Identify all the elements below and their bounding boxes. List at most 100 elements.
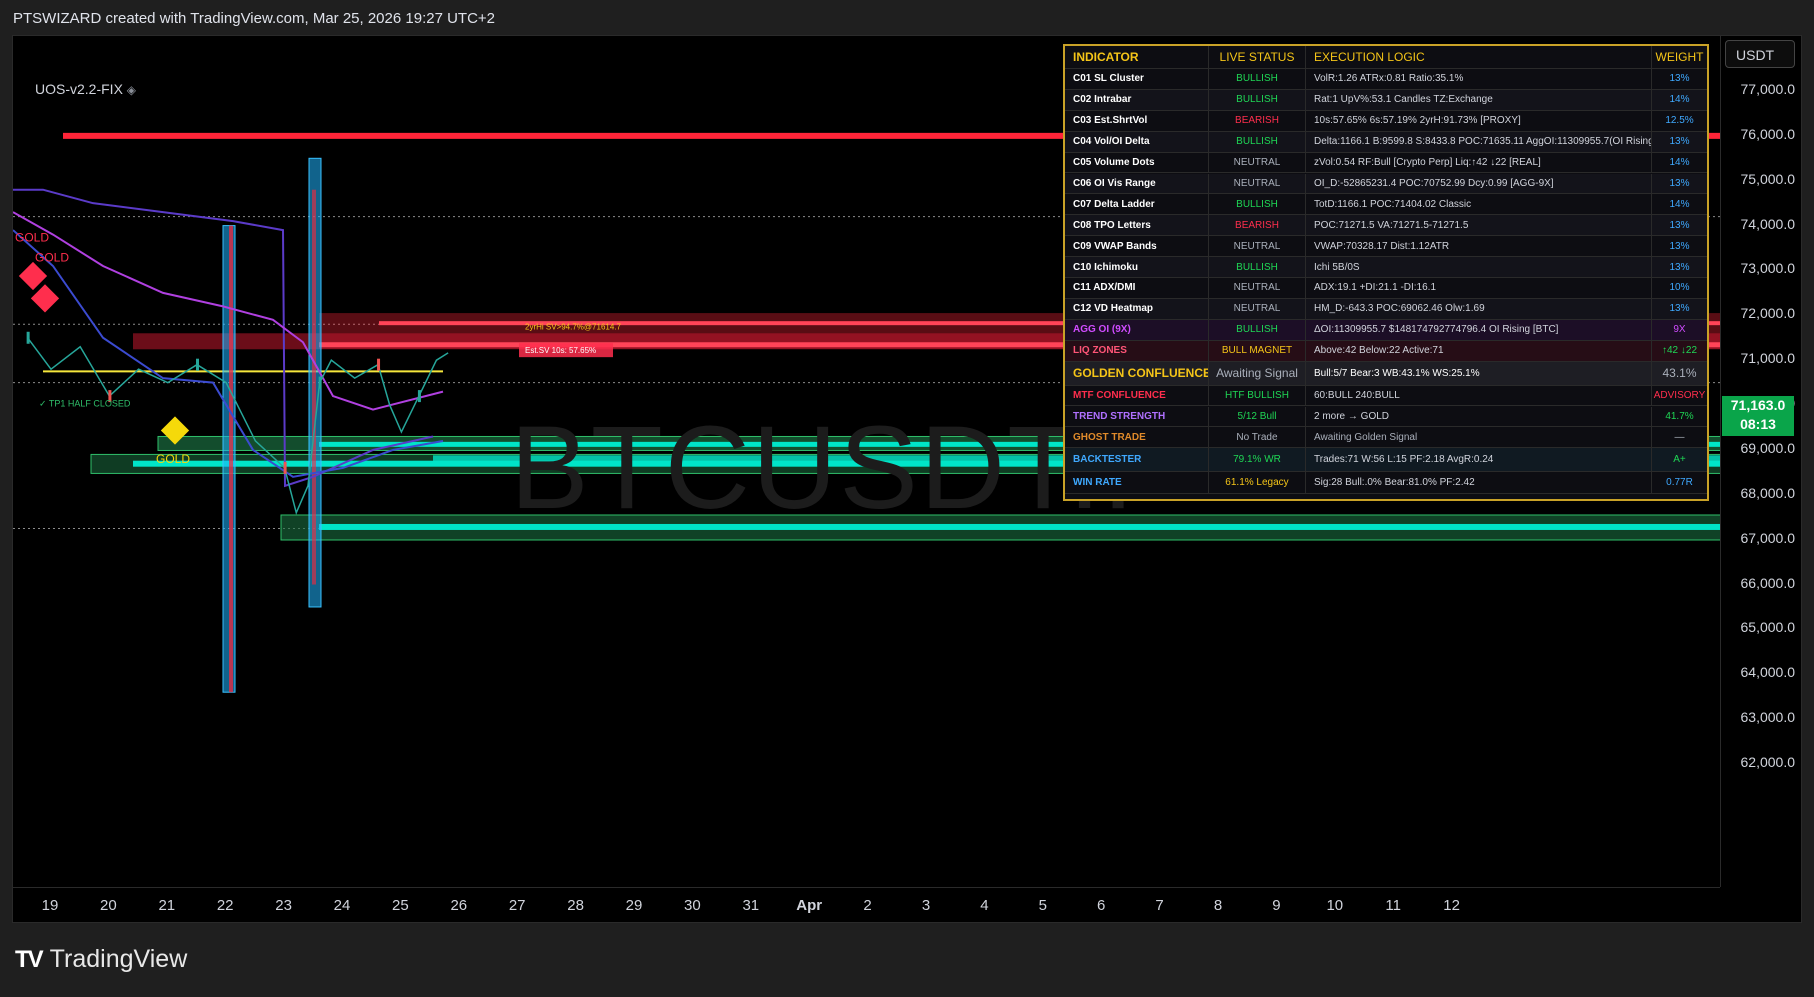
agg-oi-row-weight: 9X	[1673, 324, 1686, 336]
price-tick-label: 74,000.0	[1740, 215, 1796, 232]
table-row-logic: OI_D:-52865231.4 POC:70752.99 Dcy:0.99 […	[1306, 173, 1652, 194]
agg-oi-row-logic: ΔOI:11309955.7 $148174792774796.4 OI Ris…	[1306, 319, 1652, 340]
table-row-status: BEARISH	[1209, 110, 1306, 131]
table-row-status: BULLISH	[1209, 69, 1306, 89]
indicator-settings-icon[interactable]: ◈	[127, 83, 136, 97]
currency-selector[interactable]: USDT	[1725, 40, 1795, 68]
table-row-status: NEUTRAL	[1209, 152, 1306, 173]
liq-zones-row-status: BULL MAGNET	[1209, 340, 1306, 361]
time-tick-label: 26	[450, 897, 468, 914]
golden-confluence-row-weight: 43.1%	[1662, 366, 1697, 381]
ghost-trade-row-weight: —	[1674, 431, 1685, 443]
time-tick-label: 5	[1038, 897, 1047, 914]
table-row-name: C07 Delta Ladder	[1065, 194, 1209, 215]
time-tick-label: 30	[684, 897, 701, 914]
table-row-logic: POC:71271.5 VA:71271.5-71271.5	[1306, 215, 1652, 236]
time-tick-label: 9	[1272, 897, 1281, 914]
backtester-row-logic: Trades:71 W:56 L:15 PF:2.18 AvgR:0.24	[1306, 448, 1652, 472]
time-tick-label: 8	[1213, 897, 1223, 914]
liq-zones-row-logic: Above:42 Below:22 Active:71	[1306, 340, 1652, 361]
table-row-name: C02 Intrabar	[1065, 89, 1209, 110]
price-tick-label: 69,000.0	[1740, 439, 1796, 456]
table-row: C02 Intrabar BULLISH Rat:1 UpV%:53.1 Candl…	[1065, 89, 1707, 111]
mtf-confluence-row-logic: 60:BULL 240:BULL	[1306, 385, 1652, 406]
table-row-logic: 10s:57.65% 6s:57.19% 2yrH:91.73% [PROXY]	[1306, 110, 1652, 131]
table-row-name: C11 ADX/DMI	[1065, 278, 1209, 298]
backtester-row-name: BACKTESTER	[1065, 448, 1209, 472]
table-row-weight: 13%	[1669, 261, 1690, 273]
liq-zones-row-name: LIQ ZONES	[1065, 340, 1209, 361]
table-header-logic: EXECUTION LOGIC	[1306, 46, 1652, 68]
table-row: C03 Est.ShrtVol BEARISH 10s:57.65% 6s:57.1…	[1065, 110, 1707, 132]
volume-spike-red-23	[312, 189, 316, 585]
win-rate-row-name: WIN RATE	[1065, 472, 1209, 494]
price-tick-label: 75,000.0	[1740, 170, 1796, 187]
price-tick-label: 72,000.0	[1740, 305, 1796, 322]
table-row-weight: 14%	[1669, 157, 1690, 169]
liq-zones-row: LIQ ZONES BULL MAGNET Above:42 Below:22 Ac…	[1065, 340, 1707, 362]
time-tick-label: 22	[216, 897, 234, 914]
mtf-confluence-row-weight: ADVISORY	[1653, 390, 1706, 402]
tradingview-brand: TradingView	[49, 945, 188, 973]
time-tick-label: 4	[980, 897, 989, 914]
table-row-weight: 12.5%	[1665, 115, 1694, 127]
table-row-name: C08 TPO Letters	[1065, 215, 1209, 236]
win-rate-row: WIN RATE 61.1% Legacy Sig:28 Bull:.0% Bear…	[1065, 472, 1707, 495]
golden-confluence-row-name: GOLDEN CONFLUENCE	[1065, 361, 1209, 385]
bar-countdown: 08:13	[1740, 416, 1776, 432]
price-tick-label: 63,000.0	[1740, 709, 1796, 726]
time-tick-label: 23	[275, 897, 292, 914]
win-rate-row-logic: Sig:28 Bull:.0% Bear:81.0% PF:2.42	[1306, 472, 1652, 494]
time-tick-label: 6	[1097, 897, 1106, 914]
tradingview-logo-icon: TV	[15, 945, 44, 973]
sell-signal-diamond	[18, 261, 48, 291]
time-tick-label: Apr	[796, 897, 823, 914]
table-row: C09 VWAP Bands NEUTRAL VWAP:70328.17 Dist:…	[1065, 236, 1707, 258]
price-tick-label: 67,000.0	[1740, 529, 1796, 546]
table-row-weight: 13%	[1669, 73, 1690, 85]
time-tick-label: 3	[921, 897, 931, 914]
golden-confluence-row-status: Awaiting Signal	[1209, 361, 1306, 385]
indicator-name-label[interactable]: UOS-v2.2-FIX ◈	[35, 81, 136, 97]
table-row: C07 Delta Ladder BULLISH TotD:1166.1 POC:7…	[1065, 194, 1707, 216]
table-row-logic: HM_D:-643.3 POC:69062.46 Olw:1.69	[1306, 298, 1652, 319]
agg-oi-row-status: BULLISH	[1209, 319, 1306, 340]
table-header-name: INDICATOR	[1065, 46, 1209, 68]
time-tick-label: 21	[158, 897, 176, 914]
time-tick-label: 11	[1385, 897, 1401, 914]
table-row-weight: 13%	[1669, 136, 1690, 148]
candle-mark	[26, 331, 30, 344]
current-price-label: 71,163.0 08:13	[1722, 396, 1794, 436]
candle-mark	[318, 376, 322, 389]
table-row: C11 ADX/DMI NEUTRAL ADX:19.1 +DI:21.1 -DI:…	[1065, 278, 1707, 299]
table-row-weight: 14%	[1669, 94, 1690, 106]
price-tick-label: 62,000.0	[1740, 754, 1796, 770]
time-axis[interactable]: 19 20 21 22 23 24 25 26 27 28 29 30 31 Apr 2 3 4 5 6 7 8 9 10 1…	[12, 887, 1720, 924]
table-row-weight: 13%	[1669, 219, 1690, 231]
trend-strength-row-logic: 2 more → GOLD	[1306, 406, 1652, 427]
time-tick-label: 12	[1443, 897, 1460, 914]
table-row-status: BULLISH	[1209, 257, 1306, 277]
table-row-weight: 10%	[1669, 282, 1690, 294]
time-tick-label: 7	[1155, 897, 1164, 914]
table-row: C01 SL Cluster BULLISH VolR:1.26 ATRx:0.81…	[1065, 69, 1707, 90]
win-rate-row-weight: 0.77R	[1666, 477, 1693, 489]
time-tick-label: 27	[508, 897, 526, 914]
table-row: C06 OI Vis Range NEUTRAL OI_D:-52865231.4 …	[1065, 173, 1707, 195]
trend-strength-row-status: 5/12 Bull	[1209, 406, 1306, 427]
time-tick-label: 31	[742, 897, 760, 914]
trend-strength-row: TREND STRENGTH 5/12 Bull 2 more → GOLD 41.7…	[1065, 406, 1707, 428]
liq-zones-row-weight: ↑42 ↓22	[1661, 345, 1698, 357]
trend-strength-row-name: TREND STRENGTH	[1065, 406, 1209, 427]
indicator-table: INDICATOR LIVE STATUS EXECUTION LOGIC WEIGH…	[1063, 44, 1709, 501]
price-scale[interactable]: 77,000.0 76,000.0 75,000.0 74,000.0 73,000.0…	[1720, 35, 1803, 887]
volume-spike-red-22	[229, 225, 233, 693]
golden-confluence-row: GOLDEN CONFLUENCE Awaiting Signal Bull:5/7…	[1065, 361, 1707, 386]
sell-signal-diamond	[30, 284, 60, 313]
price-tick-label: 68,000.0	[1740, 484, 1796, 501]
backtester-row-weight: A+	[1673, 454, 1686, 466]
mtf-confluence-row-name: MTF CONFLUENCE	[1065, 385, 1209, 406]
table-row-status: BEARISH	[1209, 215, 1306, 236]
table-row-name: C05 Volume Dots	[1065, 152, 1209, 173]
footer: TV TradingView	[15, 945, 187, 974]
